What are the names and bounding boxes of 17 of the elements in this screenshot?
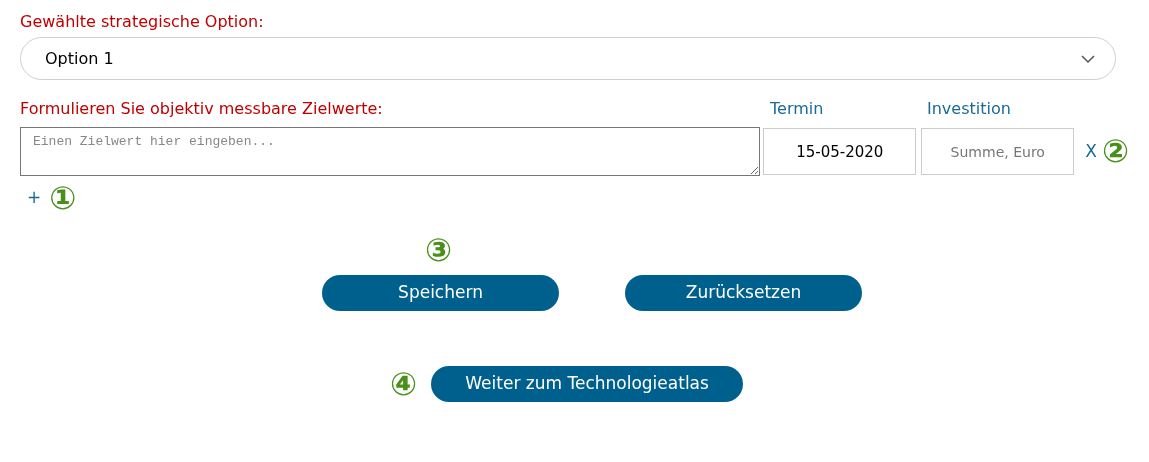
step-marker: ① <box>49 182 77 214</box>
date-field[interactable]: 15-05-2020 <box>763 128 917 175</box>
column-label: Investition <box>927 99 1011 119</box>
goal-textarea[interactable]: Einen Zielwert hier eingeben... <box>20 127 761 176</box>
remove-button[interactable]: X <box>1085 138 1097 165</box>
investment-field[interactable]: Summe, Euro <box>921 128 1075 175</box>
chevron-icon <box>1081 54 1095 63</box>
action-button[interactable]: Speichern <box>322 275 559 311</box>
add-button[interactable]: + <box>27 185 42 211</box>
next-button[interactable]: Weiter zum Technologieatlas <box>431 366 744 402</box>
column-label: Termin <box>770 99 825 119</box>
step-marker: ② <box>1101 131 1129 170</box>
step-marker: ④ <box>390 368 418 400</box>
action-button[interactable]: Zurücksetzen <box>625 275 862 311</box>
step-marker: ③ <box>425 231 453 269</box>
field-label: Formulieren Sie objektiv messbare Zielwerte: <box>20 99 384 119</box>
field-label: Gewählte strategische Option: <box>20 12 265 32</box>
